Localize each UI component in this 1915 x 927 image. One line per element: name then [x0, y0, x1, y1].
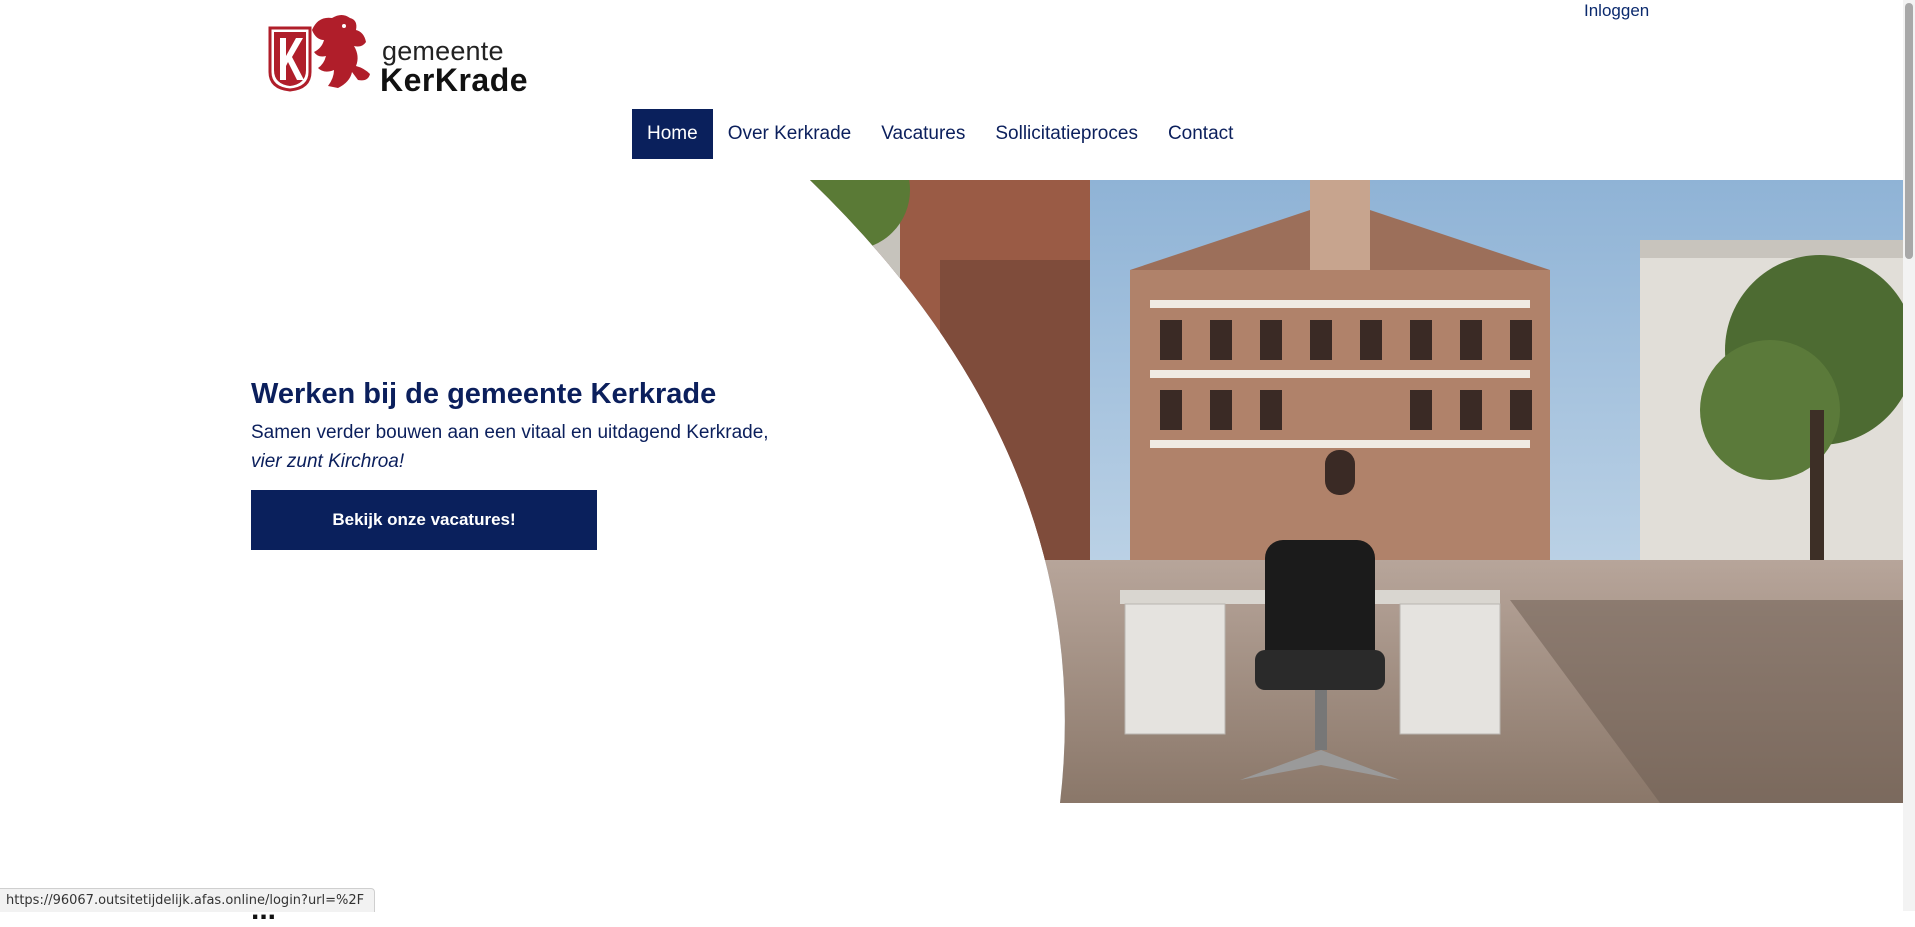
nav-item-contact[interactable]: Contact: [1153, 109, 1248, 159]
nav-item-over-kerkrade[interactable]: Over Kerkrade: [713, 109, 867, 159]
hero-title: Werken bij de gemeente Kerkrade: [251, 378, 717, 410]
hero-subtitle-line1: Samen verder bouwen aan een vitaal en ui…: [251, 422, 769, 443]
login-link[interactable]: Inloggen: [1584, 0, 1649, 22]
logo-text-kerkrade: KerKrade: [380, 62, 529, 98]
status-bar-url: https://96067.outsitetijdelijk.afas.onli…: [0, 888, 376, 912]
main-navigation: Home Over Kerkrade Vacatures Sollicitati…: [632, 109, 1248, 159]
kerkrade-lion-crest-icon: [268, 15, 370, 92]
hero-subtitle-italic: vier zunt Kirchroa!: [251, 451, 405, 472]
site-logo[interactable]: gemeente KerKrade: [268, 12, 528, 98]
hero-image: [810, 180, 1903, 803]
nav-item-vacatures[interactable]: Vacatures: [866, 109, 980, 159]
town-hall-with-desk-and-chair-photo: [810, 180, 1903, 803]
view-vacancies-button[interactable]: Bekijk onze vacatures!: [251, 490, 597, 550]
nav-item-home[interactable]: Home: [632, 109, 713, 159]
hero-subtitle: Samen verder bouwen aan een vitaal en ui…: [251, 418, 811, 476]
hero-text: Werken bij de gemeente Kerkrade Samen ve…: [251, 376, 811, 476]
scrollbar-thumb[interactable]: [1905, 3, 1913, 259]
nav-item-sollicitatieproces[interactable]: Sollicitatieproces: [980, 109, 1153, 159]
